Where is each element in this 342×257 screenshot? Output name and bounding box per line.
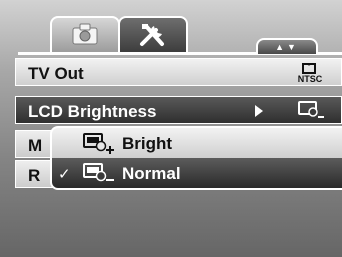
scroll-arrows: ▲▼ xyxy=(275,42,299,52)
svg-text:NTSC: NTSC xyxy=(298,74,323,83)
submenu-option-normal[interactable]: ✓ Normal xyxy=(52,158,342,188)
submenu-arrow-icon xyxy=(255,104,263,122)
lcd-bright-icon xyxy=(82,132,116,159)
tab-setup[interactable] xyxy=(118,16,188,52)
camera-icon xyxy=(52,22,118,51)
menu-item-label: TV Out xyxy=(28,64,84,83)
lcd-brightness-normal-icon xyxy=(297,101,325,124)
submenu-option-label: Normal xyxy=(122,164,181,183)
checkmark-icon: ✓ xyxy=(58,166,71,183)
menu-item-label: R xyxy=(28,166,41,185)
menu-item-tv-out[interactable]: TV Out NTSC xyxy=(15,58,342,86)
ntsc-icon: NTSC xyxy=(295,62,325,88)
settings-screen: ▲▼ TV Out NTSC LCD Brightness M R Bright… xyxy=(0,0,342,257)
tab-camera[interactable] xyxy=(50,16,120,52)
scroll-indicator[interactable]: ▲▼ xyxy=(256,38,318,54)
menu-item-label: LCD Brightness xyxy=(28,102,157,121)
setup-tools-icon xyxy=(120,22,186,53)
menu-item-label: M xyxy=(28,136,43,155)
submenu-option-bright[interactable]: Bright xyxy=(52,128,342,158)
lcd-normal-icon xyxy=(82,162,116,188)
menu-item-lcd-brightness[interactable]: LCD Brightness xyxy=(15,96,342,124)
lcd-brightness-submenu: Bright ✓ Normal xyxy=(50,126,342,190)
submenu-option-label: Bright xyxy=(122,134,173,153)
